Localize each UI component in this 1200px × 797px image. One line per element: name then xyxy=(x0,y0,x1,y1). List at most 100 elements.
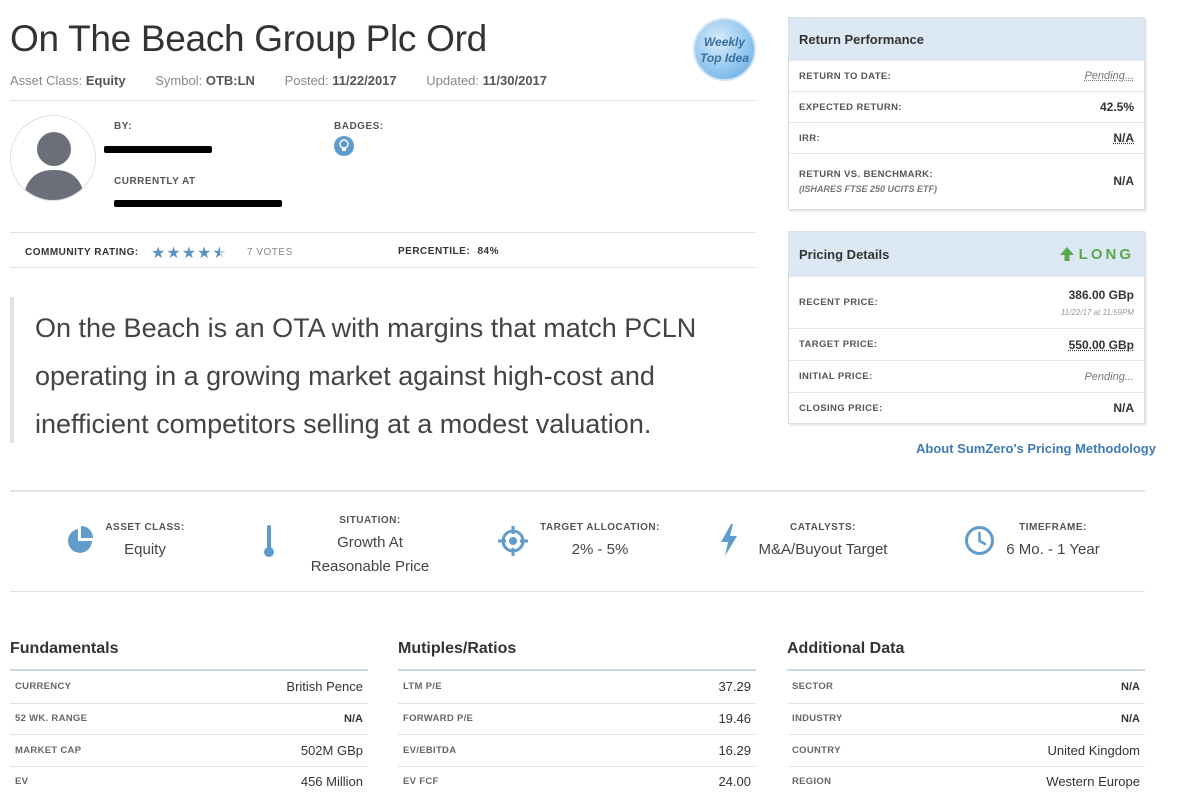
redacted-employer xyxy=(114,200,282,207)
divider xyxy=(10,100,756,101)
return-to-date-value[interactable]: Pending... xyxy=(1084,70,1134,82)
row-value: 16.29 xyxy=(718,742,751,758)
thesis-summary: On the Beach is an OTA with margins that… xyxy=(35,313,697,439)
table-row: 52 WK. RANGE N/A xyxy=(10,702,368,735)
half-star-icon: ★ xyxy=(212,245,228,262)
page-title: On The Beach Group Plc Ord xyxy=(10,18,487,59)
posted-date: 11/22/2017 xyxy=(332,73,397,88)
table-row: FORWARD P/E 19.46 xyxy=(398,702,756,735)
asset-class-label: Asset Class: xyxy=(10,73,83,88)
lightbulb-icon[interactable] xyxy=(334,136,354,156)
quote-bar xyxy=(10,297,14,443)
by-label: BY: xyxy=(114,121,132,132)
row-value: 24.00 xyxy=(718,774,751,790)
benchmark-name: (ISHARES FTSE 250 UCITS ETF) xyxy=(799,183,938,194)
catalysts-item: CATALYSTS: M&A/Buyout Target xyxy=(748,515,898,562)
percentile-value: 84% xyxy=(477,246,499,257)
row-value: 19.46 xyxy=(718,711,751,727)
row-value: Western Europe xyxy=(1046,774,1140,790)
target-price-label: TARGET PRICE: xyxy=(799,339,878,350)
return-row: RETURN VS. BENCHMARK: (ISHARES FTSE 250 … xyxy=(789,153,1144,208)
target-allocation-item: TARGET ALLOCATION: 2% - 5% xyxy=(538,515,662,562)
badge-line-1: Weekly xyxy=(703,35,746,49)
thermometer-icon xyxy=(264,525,274,557)
row-value: British Pence xyxy=(286,679,363,695)
row-label: CURRENCY xyxy=(15,681,72,693)
long-position-indicator: LONG xyxy=(1059,246,1134,263)
pricing-row: TARGET PRICE: 550.00 GBp xyxy=(789,328,1144,360)
row-label: EV xyxy=(15,776,29,788)
star-rating[interactable]: ★★★★★ xyxy=(151,243,228,263)
return-row: EXPECTED RETURN: 42.5% xyxy=(789,91,1144,122)
divider xyxy=(10,267,756,268)
row-label: FORWARD P/E xyxy=(403,713,474,725)
direction-label: LONG xyxy=(1078,245,1134,263)
posted-label: Posted: xyxy=(284,73,329,88)
situation-item-value: Growth At Reasonable Price xyxy=(310,534,430,575)
target-allocation-label: TARGET ALLOCATION: xyxy=(540,522,660,533)
updated-date: 11/30/2017 xyxy=(482,73,548,88)
row-label: EV FCF xyxy=(403,776,439,788)
table-row: CURRENCY British Pence xyxy=(10,671,368,703)
vote-count[interactable]: 7 VOTES xyxy=(247,247,293,258)
symbol-label: Symbol: xyxy=(155,73,203,88)
lightning-icon xyxy=(721,524,737,556)
divider xyxy=(10,232,756,233)
table-row: REGION Western Europe xyxy=(787,765,1145,797)
table-row: EV 456 Million xyxy=(10,765,368,797)
row-label: REGION xyxy=(792,776,832,788)
return-vs-benchmark-value: N/A xyxy=(1113,174,1134,188)
return-vs-benchmark-label: RETURN VS. BENCHMARK: xyxy=(799,168,934,180)
table-row: MARKET CAP 502M GBp xyxy=(10,734,368,766)
closing-price-label: CLOSING PRICE: xyxy=(799,402,883,414)
pie-chart-icon xyxy=(68,526,93,553)
row-label: MARKET CAP xyxy=(15,744,82,756)
row-value: N/A xyxy=(1121,680,1140,693)
target-price-value[interactable]: 550.00 GBp xyxy=(1069,338,1134,352)
pricing-details-header: Pricing Details LONG xyxy=(789,232,1144,276)
recent-price-value: 386.00 GBp xyxy=(1068,288,1134,302)
pricing-row: RECENT PRICE: 386.00 GBp 11/22/17 at 11:… xyxy=(789,276,1144,328)
user-silhouette-icon[interactable] xyxy=(10,115,96,201)
pricing-row: INITIAL PRICE: Pending... xyxy=(789,360,1144,392)
expected-return-value: 42.5% xyxy=(1099,100,1134,114)
pricing-details-title: Pricing Details xyxy=(799,246,890,262)
target-allocation-value: 2% - 5% xyxy=(571,541,629,558)
return-to-date-label: RETURN TO DATE: xyxy=(799,70,892,82)
row-value: 502M GBp xyxy=(300,742,363,758)
redacted-author-name xyxy=(104,146,212,153)
row-value: United Kingdom xyxy=(1047,742,1141,758)
divider xyxy=(10,490,1145,492)
irr-value[interactable]: N/A xyxy=(1113,131,1134,145)
asset-class-item-value: Equity xyxy=(124,541,166,558)
initial-price-label: INITIAL PRICE: xyxy=(799,371,873,382)
row-value: N/A xyxy=(1121,712,1140,725)
row-label: EV/EBITDA xyxy=(403,744,457,756)
updated-label: Updated: xyxy=(426,73,480,88)
irr-label: IRR: xyxy=(799,132,821,144)
table-row: LTM P/E 37.29 xyxy=(398,671,756,703)
return-row: IRR: N/A xyxy=(789,122,1144,153)
return-performance-panel: Return Performance RETURN TO DATE: Pendi… xyxy=(788,17,1145,210)
situation-item: SITUATION: Growth At Reasonable Price xyxy=(295,515,445,579)
multiples-table: LTM P/E 37.29 FORWARD P/E 19.46 EV/EBITD… xyxy=(398,669,756,797)
fundamentals-table: CURRENCY British Pence 52 WK. RANGE N/A … xyxy=(10,669,368,797)
table-row: INDUSTRY N/A xyxy=(787,702,1145,735)
row-value: N/A xyxy=(344,712,363,725)
community-rating-label: COMMUNITY RATING: xyxy=(25,247,139,258)
initial-price-value: Pending... xyxy=(1084,370,1134,383)
clock-icon xyxy=(965,526,994,555)
pricing-methodology-link[interactable]: About SumZero's Pricing Methodology xyxy=(916,441,1156,456)
row-label: INDUSTRY xyxy=(792,713,843,725)
table-row: EV FCF 24.00 xyxy=(398,765,756,797)
situation-item-label: SITUATION: xyxy=(339,515,401,526)
crosshair-icon xyxy=(498,526,528,556)
fundamentals-title: Fundamentals xyxy=(10,640,119,657)
idea-meta: Asset Class: Equity Symbol: OTB:LN Poste… xyxy=(10,73,573,88)
timeframe-value: 6 Mo. - 1 Year xyxy=(1006,541,1100,558)
row-label: COUNTRY xyxy=(792,744,841,756)
additional-data-table: SECTOR N/A INDUSTRY N/A COUNTRY United K… xyxy=(787,669,1145,797)
currently-at-label: CURRENTLY AT xyxy=(114,176,196,187)
pricing-details-panel: Pricing Details LONG RECENT PRICE: 386.0… xyxy=(788,231,1145,424)
divider xyxy=(10,591,1145,592)
